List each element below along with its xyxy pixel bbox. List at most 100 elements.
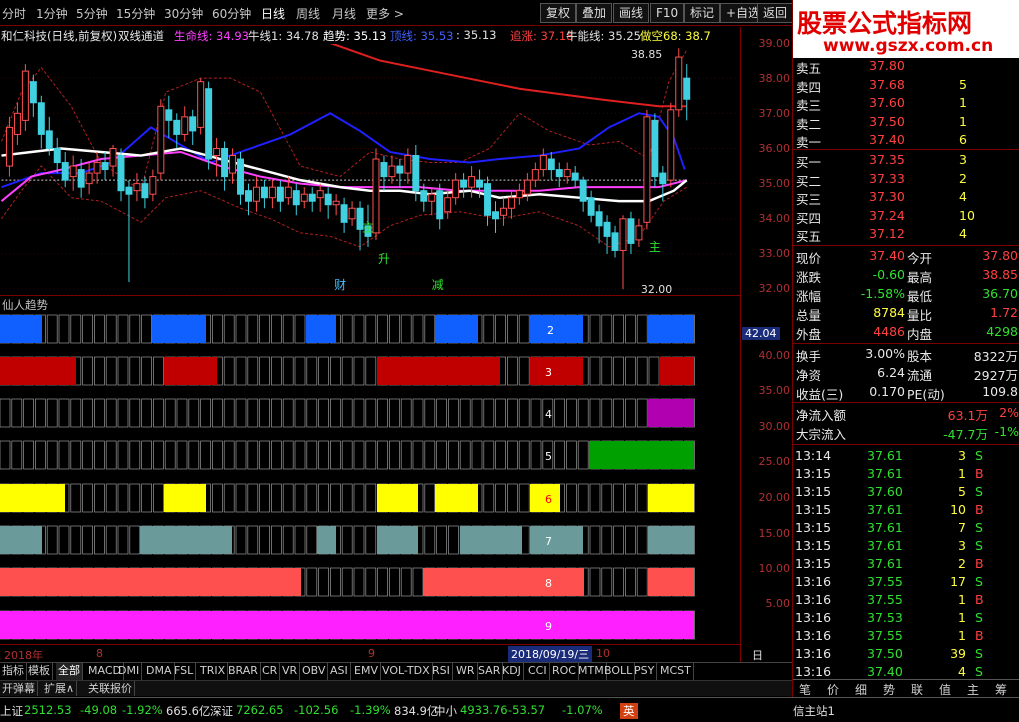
toolbar-button-3[interactable]: F10 — [650, 3, 685, 23]
subtab-0[interactable]: 开弹幕 — [0, 681, 38, 696]
trend-cell — [117, 356, 129, 386]
candle-body — [324, 193, 332, 206]
tick-time: 13:15 — [795, 520, 832, 535]
tick-volume: 5 — [958, 484, 966, 499]
quote-tab-7[interactable]: 筹 — [995, 681, 1007, 698]
quote-tab-3[interactable]: 势 — [883, 681, 895, 698]
indicator-tab-23[interactable]: PSY — [632, 663, 658, 680]
sub-tab-bar: 开弹幕 扩展∧ 关联报价 — [0, 680, 792, 696]
trend-cell — [554, 440, 565, 470]
indicator-tab-2[interactable]: 全部 — [56, 663, 83, 680]
candle-body — [308, 193, 316, 202]
toolbar-button-2[interactable]: 画线 — [613, 3, 650, 23]
fundamental-row: 换手 3.00% 股本 8322万 — [793, 345, 1019, 364]
indicator-tab-19[interactable]: CCI — [526, 663, 550, 680]
candle-body — [388, 165, 396, 178]
trend-cell — [365, 440, 377, 470]
indicator-tab-8[interactable]: BRAR — [226, 663, 261, 680]
trend-cell — [212, 398, 223, 428]
indicator-tab-10[interactable]: VR — [280, 663, 301, 680]
candle-body — [61, 162, 69, 181]
candle-body — [635, 225, 643, 241]
candles — [5, 48, 691, 290]
indicator-tab-18[interactable]: KDJ — [500, 663, 524, 680]
indicator-tab-12[interactable]: ASI — [328, 663, 351, 680]
quote-value: -1.58% — [860, 286, 905, 301]
indicator-tab-7[interactable]: TRIX — [198, 663, 229, 680]
trend-row-3: 3 — [0, 356, 695, 386]
indicator-tab-16[interactable]: WR — [454, 663, 478, 680]
period-tab-3[interactable]: 15分钟 — [116, 5, 155, 22]
period-tab-6[interactable]: 日线 — [261, 5, 285, 22]
quote-tabs: 笔价细势联值主筹 — [793, 679, 1019, 697]
indicator-tab-4[interactable]: DMI — [116, 663, 143, 680]
trend-cell — [648, 356, 660, 386]
quote-tab-2[interactable]: 细 — [855, 681, 867, 698]
tick-side: S — [975, 484, 983, 499]
period-tab-9[interactable]: 更多 > — [366, 5, 404, 22]
trend-segment — [0, 611, 694, 639]
indicator-tab-13[interactable]: EMV — [352, 663, 381, 680]
trend-cell — [495, 483, 506, 513]
quote-tab-5[interactable]: 值 — [939, 681, 951, 698]
indicator-tab-24[interactable]: MCST — [658, 663, 694, 680]
quote-tab-0[interactable]: 笔 — [799, 681, 811, 698]
indicator-tab-20[interactable]: ROC — [550, 663, 579, 680]
quote-tab-6[interactable]: 主 — [967, 681, 979, 698]
indicator-tab-0[interactable]: 指标 — [0, 663, 27, 680]
toolbar-button-0[interactable]: 复权 — [540, 3, 577, 23]
indicator-tab-5[interactable]: DMA — [144, 663, 175, 680]
indicator-tab-22[interactable]: BOLL — [602, 663, 636, 680]
indicator-tab-6[interactable]: FSL — [172, 663, 197, 680]
quote-tab-4[interactable]: 联 — [911, 681, 923, 698]
toolbar-button-1[interactable]: 叠加 — [576, 3, 613, 23]
candlestick-chart[interactable]: 38.85 32.00 主升财 减 主 — [0, 44, 740, 296]
trend-cell — [212, 440, 223, 470]
trend-segment — [377, 484, 418, 512]
candle-body — [523, 179, 531, 195]
period-tab-5[interactable]: 60分钟 — [212, 5, 251, 22]
candle-body — [276, 186, 284, 202]
trend-cell — [235, 314, 247, 344]
trend-cell — [129, 483, 141, 513]
trend-cell — [35, 440, 46, 470]
trend-cell — [94, 483, 105, 513]
toolbar-button-4[interactable]: 标记 — [684, 3, 721, 23]
ime-indicator[interactable]: 英 — [620, 703, 638, 719]
indicator-tab-1[interactable]: 模板 — [26, 663, 53, 680]
trend-cell — [247, 398, 259, 428]
trend-cell — [259, 356, 270, 386]
bid-price: 37.33 — [869, 170, 905, 186]
trend-cell — [11, 440, 23, 470]
trend-cell — [259, 314, 270, 344]
trend-cell — [636, 314, 648, 344]
trend-cell — [625, 398, 636, 428]
trend-cell — [271, 483, 282, 513]
trend-cell — [94, 356, 105, 386]
subtab-2[interactable]: 关联报价 — [86, 681, 135, 696]
period-tab-0[interactable]: 分时 — [2, 5, 26, 22]
trend-cell — [613, 398, 624, 428]
quote-label: 最高 — [907, 270, 933, 285]
period-tab-4[interactable]: 30分钟 — [164, 5, 203, 22]
quote-value: 38.85 — [982, 267, 1018, 282]
toolbar-button-6[interactable]: 返回 — [757, 3, 792, 23]
period-tab-7[interactable]: 周线 — [296, 5, 320, 22]
period-tab-8[interactable]: 月线 — [332, 5, 356, 22]
trend-cell — [365, 567, 377, 597]
subtab-1[interactable]: 扩展∧ — [42, 681, 78, 696]
candle-body — [476, 179, 484, 188]
price-axis: 39.00 38.00 37.00 36.00 35.00 34.00 33.00 32.00… — [740, 27, 792, 667]
indicator-tab-15[interactable]: RSI — [430, 663, 453, 680]
xianren-trend-indicator[interactable]: 2 3 4 5 6 7 8 9 — [0, 297, 740, 642]
trend-cell — [271, 525, 282, 555]
ask-label: 卖三 — [796, 98, 822, 113]
trend-cell — [70, 525, 82, 555]
quote-tab-1[interactable]: 价 — [827, 681, 839, 698]
indicator-tab-9[interactable]: CR — [260, 663, 281, 680]
period-tab-1[interactable]: 1分钟 — [36, 5, 68, 22]
period-tab-2[interactable]: 5分钟 — [76, 5, 108, 22]
trend-cell — [495, 398, 506, 428]
indicator-tab-11[interactable]: OBV — [300, 663, 329, 680]
indicator-tab-14[interactable]: VOL-TDX — [380, 663, 433, 680]
